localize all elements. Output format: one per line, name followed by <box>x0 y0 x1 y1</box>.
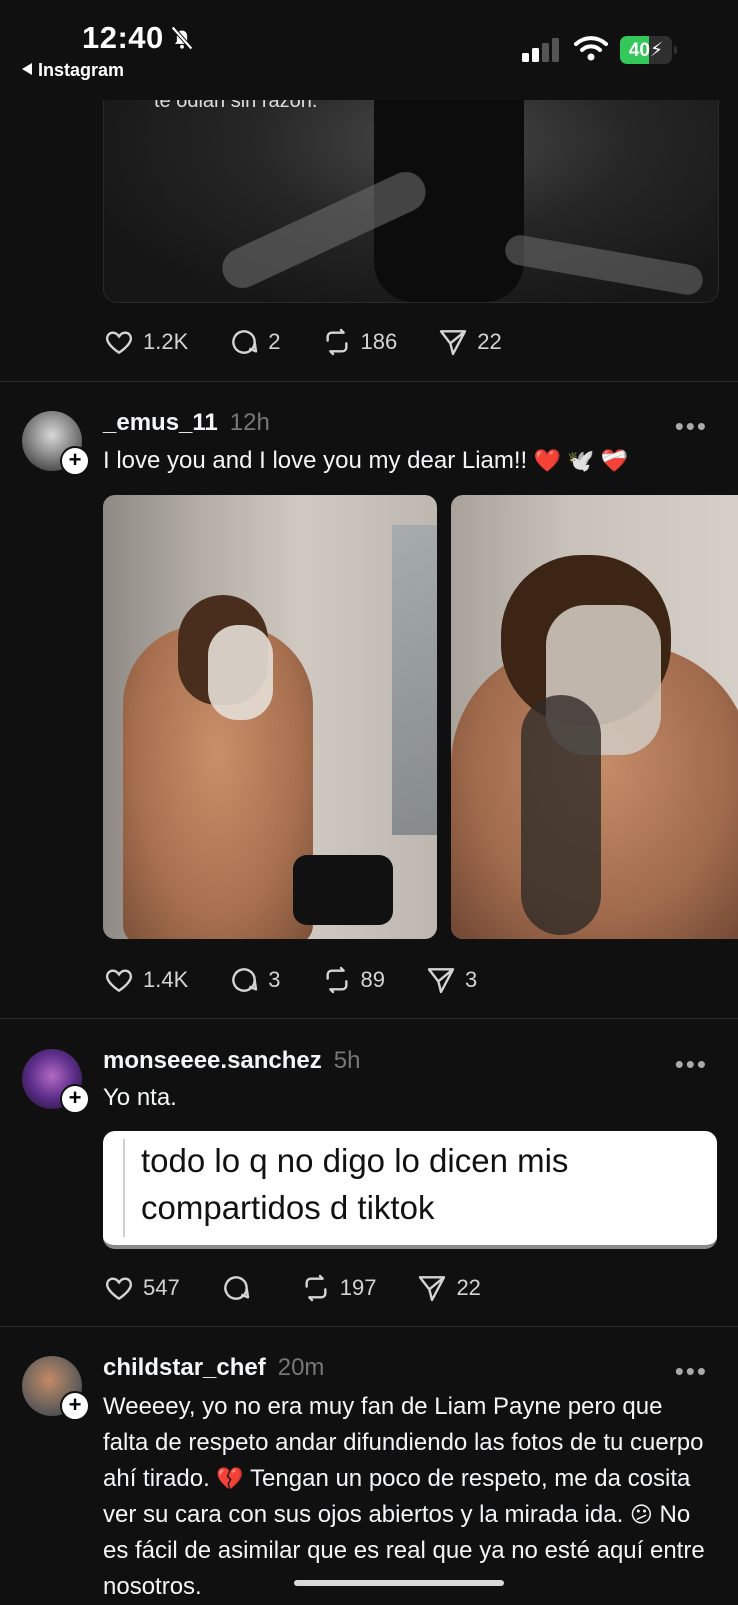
comment-bubble-icon <box>232 968 258 992</box>
status-bar: 12:40 Instagram 40⚡ <box>0 0 738 100</box>
comment-button[interactable] <box>220 1272 260 1304</box>
post-username[interactable]: childstar_chef 20m <box>103 1354 324 1382</box>
post-image[interactable]: te odian sin razón. <box>103 100 719 303</box>
comment-button[interactable]: 3 <box>228 964 281 996</box>
clock: 12:40 <box>82 20 164 55</box>
repost-button[interactable]: 197 <box>300 1272 376 1304</box>
wifi-icon <box>574 36 608 61</box>
repost-icon <box>305 1274 327 1302</box>
post-actions: 1.4K 3 89 3 <box>103 960 517 1000</box>
charging-bolt-icon: ⚡ <box>649 40 664 61</box>
share-button[interactable]: 22 <box>416 1272 481 1304</box>
repost-icon <box>325 328 348 356</box>
quoted-text-image[interactable]: todo lo q no digo lo dicen mis compartid… <box>103 1131 717 1249</box>
send-icon <box>419 1276 446 1302</box>
cell-signal-icon <box>522 38 559 62</box>
like-button[interactable]: 1.2K <box>103 326 188 358</box>
follow-plus-icon[interactable]: + <box>60 1084 90 1114</box>
comment-button[interactable]: 2 <box>228 326 281 358</box>
follow-plus-icon[interactable]: + <box>60 446 90 476</box>
muted-bell-icon <box>171 26 193 50</box>
back-arrow-icon <box>22 63 32 75</box>
post-actions: 547 197 22 <box>103 1268 521 1308</box>
battery-indicator: 40⚡ <box>620 36 677 64</box>
post-time: 12h <box>229 409 270 436</box>
confused-face-emoji: 😕 <box>629 1502 653 1527</box>
post-text: Weeeey, yo no era muy fan de Liam Payne … <box>103 1393 705 1600</box>
share-button[interactable]: 3 <box>425 964 477 996</box>
image-caption: te odian sin razón. <box>154 100 318 112</box>
post-username[interactable]: monseeee.sanchez 5h <box>103 1047 360 1075</box>
like-button[interactable]: 1.4K <box>103 964 188 996</box>
follow-plus-icon[interactable]: + <box>60 1391 90 1421</box>
post-time: 20m <box>277 1354 325 1381</box>
broken-heart-emoji: 💔 <box>216 1466 244 1491</box>
post-photo[interactable] <box>103 495 437 939</box>
more-options-icon[interactable]: ••• <box>675 411 708 442</box>
repost-button[interactable]: 186 <box>321 326 397 358</box>
home-indicator[interactable] <box>294 1580 504 1586</box>
back-to-app-link[interactable]: Instagram <box>22 60 124 81</box>
send-icon <box>427 968 455 994</box>
send-icon <box>440 330 467 356</box>
comment-bubble-icon <box>223 1276 249 1300</box>
more-options-icon[interactable]: ••• <box>675 1356 708 1387</box>
heart-icon <box>105 969 133 993</box>
post-time: 5h <box>333 1047 361 1074</box>
more-options-icon[interactable]: ••• <box>675 1049 708 1080</box>
post-divider <box>0 1018 738 1019</box>
post-username[interactable]: _emus_11 12h <box>103 409 270 437</box>
repost-button[interactable]: 89 <box>321 964 385 996</box>
post-divider <box>0 1326 738 1327</box>
repost-icon <box>325 966 348 994</box>
comment-bubble-icon <box>232 330 258 354</box>
heart-icon <box>105 331 133 355</box>
post-text: Yo nta. <box>103 1084 177 1111</box>
quoted-text: todo lo q no digo lo dicen mis compartid… <box>141 1142 569 1226</box>
post-photo[interactable] <box>451 495 738 939</box>
post-emojis: ❤️ 🕊️ ❤️‍🩹 <box>533 448 629 473</box>
heart-icon <box>105 1277 133 1301</box>
post-actions: 1.2K 2 186 22 <box>103 322 542 362</box>
share-button[interactable]: 22 <box>437 326 502 358</box>
like-button[interactable]: 547 <box>103 1272 180 1304</box>
post-divider <box>0 381 738 382</box>
post-text: I love you and I love you my dear Liam!!… <box>103 447 629 474</box>
